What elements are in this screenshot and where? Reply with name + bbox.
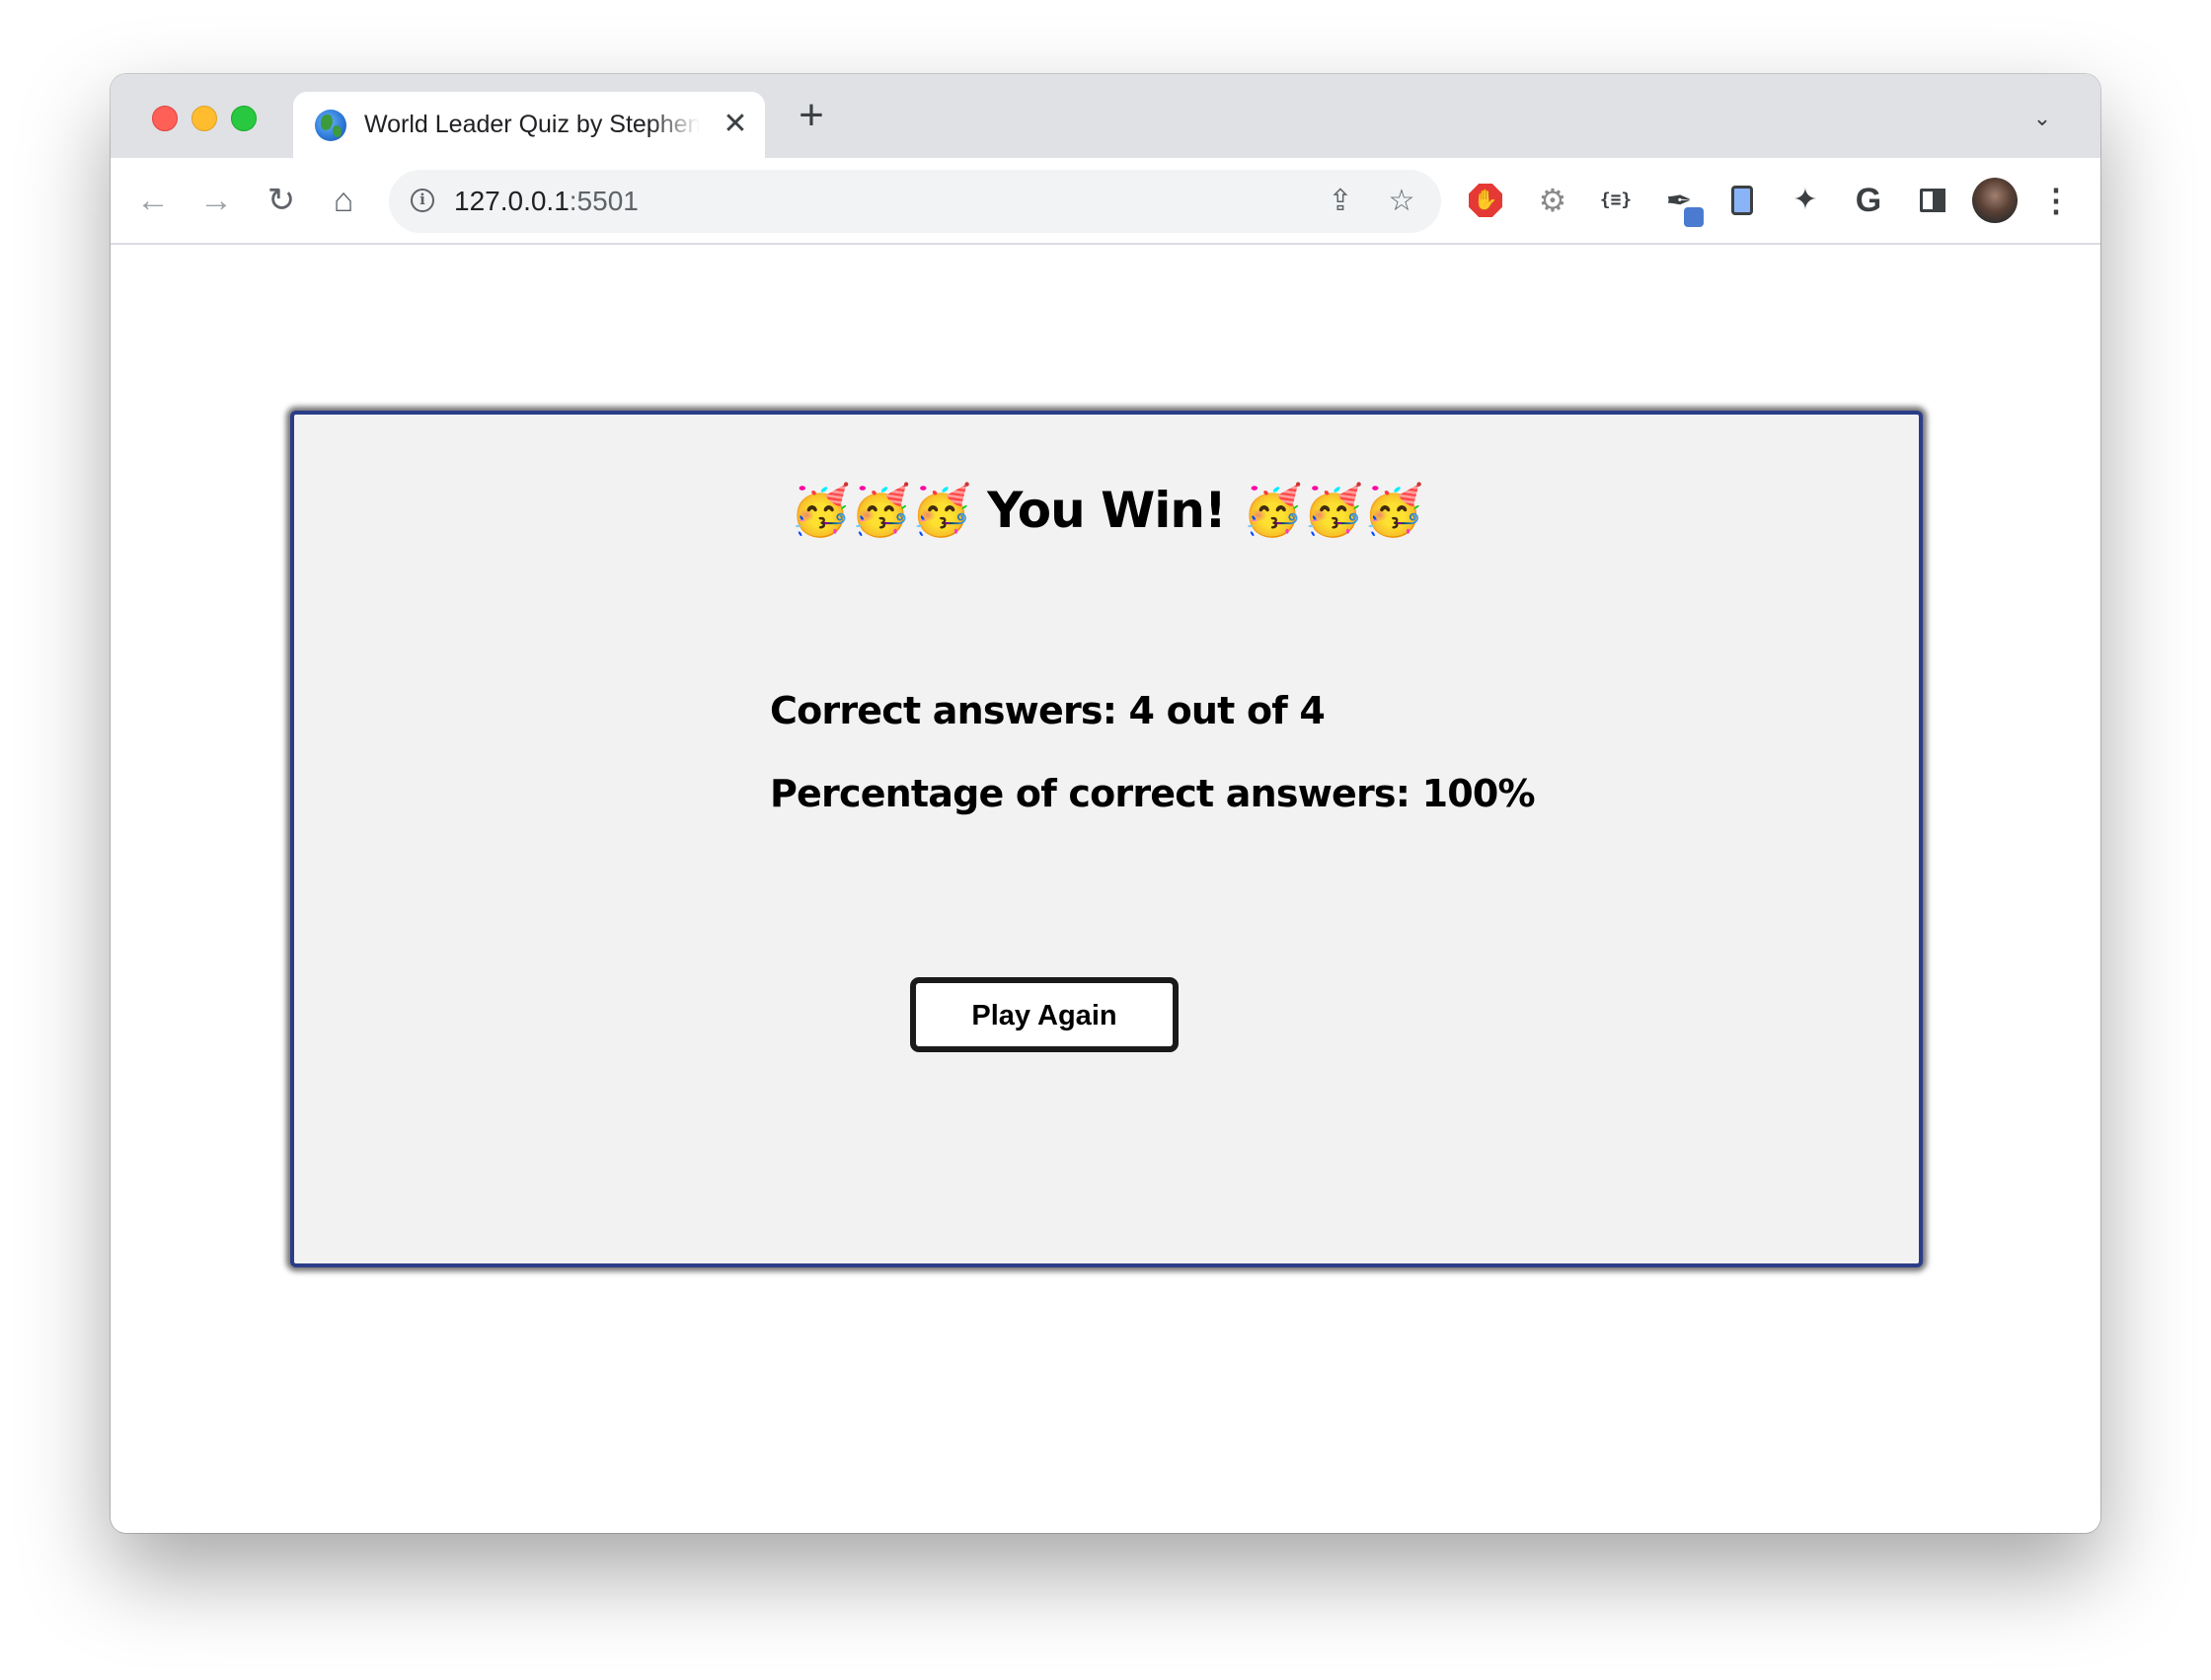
new-tab-icon[interactable]: + [790, 94, 833, 137]
url-text[interactable]: 127.0.0.1:5501 [454, 186, 639, 217]
close-window-button[interactable] [152, 106, 178, 131]
globe-icon [315, 110, 346, 141]
home-icon[interactable]: ⌂ [323, 180, 364, 221]
score-summary: Correct answers: 4 out of 4 Percentage o… [770, 669, 1536, 835]
percentage-text: Percentage of correct answers: 100% [770, 772, 1536, 815]
win-heading: 🥳🥳🥳 You Win! 🥳🥳🥳 [789, 482, 1424, 539]
extensions-puzzle-icon[interactable]: ✦ [1785, 180, 1826, 221]
gear-extension-icon[interactable]: ⚙ [1532, 180, 1573, 221]
url-port: :5501 [569, 186, 639, 216]
url-host: 127.0.0.1 [454, 186, 570, 216]
tab-strip: World Leader Quiz by Stephen ✕ + ⌄ [111, 74, 2100, 158]
minimize-window-button[interactable] [191, 106, 217, 131]
play-again-button[interactable]: Play Again [910, 977, 1179, 1052]
eyedropper-badge-icon [1684, 207, 1704, 227]
page-viewport: 🥳🥳🥳 You Win! 🥳🥳🥳 Correct answers: 4 out … [111, 245, 2100, 1533]
quiz-result-card: 🥳🥳🥳 You Win! 🥳🥳🥳 Correct answers: 4 out … [290, 411, 1923, 1267]
address-bar[interactable]: i 127.0.0.1:5501 ⇪ ☆ [389, 170, 1441, 233]
json-formatter-icon[interactable]: {≡} [1595, 180, 1637, 221]
back-arrow-icon[interactable]: ← [132, 180, 174, 221]
adblock-stop-icon[interactable]: ✋ [1469, 184, 1502, 217]
browser-window: World Leader Quiz by Stephen ✕ + ⌄ ← → ↻… [111, 74, 2100, 1533]
reload-icon[interactable]: ↻ [261, 180, 302, 221]
browser-tab-active[interactable]: World Leader Quiz by Stephen ✕ [293, 92, 765, 158]
maximize-window-button[interactable] [231, 106, 257, 131]
device-mode-icon[interactable] [1721, 180, 1763, 221]
tab-search-chevron-icon[interactable]: ⌄ [2027, 104, 2057, 133]
site-info-icon[interactable]: i [411, 189, 434, 212]
bookmark-star-icon[interactable]: ☆ [1384, 184, 1419, 219]
share-icon[interactable]: ⇪ [1323, 184, 1358, 219]
google-icon[interactable]: G [1848, 180, 1889, 221]
forward-arrow-icon[interactable]: → [195, 180, 237, 221]
tab-title: World Leader Quiz by Stephen [364, 111, 700, 138]
browser-toolbar: ← → ↻ ⌂ i 127.0.0.1:5501 ⇪ ☆ ✋ ⚙ {≡} ✒ ✦… [111, 158, 2100, 245]
side-panel-icon[interactable] [1911, 180, 1952, 221]
correct-answers-text: Correct answers: 4 out of 4 [770, 689, 1326, 732]
profile-avatar[interactable] [1972, 178, 2018, 223]
kebab-menu-icon[interactable]: ⋮ [2035, 180, 2077, 221]
tab-close-icon[interactable]: ✕ [720, 109, 751, 140]
